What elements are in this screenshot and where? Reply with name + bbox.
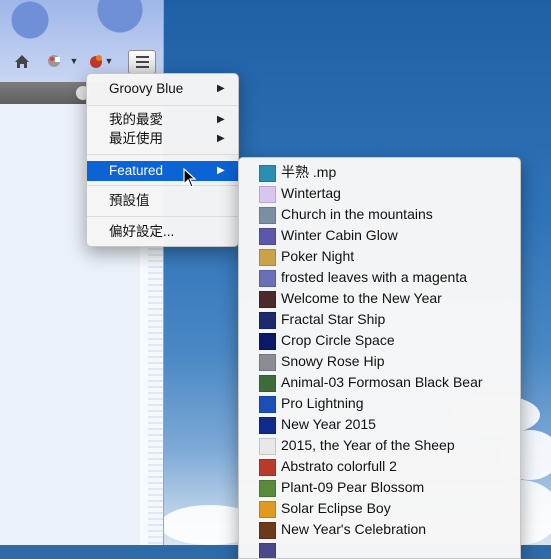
- submenu-item-label: Plant-09 Pear Blossom: [281, 479, 425, 495]
- menu-item-preferences[interactable]: 偏好設定...: [87, 222, 238, 242]
- submenu-item[interactable]: Poker Night: [239, 246, 520, 267]
- submenu-item[interactable]: Crop Circle Space: [239, 330, 520, 351]
- submenu-item-label: Animal-03 Formosan Black Bear: [281, 374, 483, 390]
- submenu-item-label: Poker Night: [281, 248, 355, 264]
- theme-thumbnail: [259, 480, 276, 497]
- submenu-item[interactable]: Wintertag: [239, 183, 520, 204]
- theme-thumbnail: [259, 249, 276, 266]
- menu-separator: [87, 185, 238, 186]
- menu-item-current-theme[interactable]: Groovy Blue ▶: [87, 79, 238, 99]
- theme-thumbnail: [259, 165, 276, 182]
- submenu-item[interactable]: frosted leaves with a magenta: [239, 267, 520, 288]
- theme-thumbnail: [259, 522, 276, 539]
- submenu-item-label: Abstrato colorfull 2: [281, 458, 397, 474]
- submenu-item-label: Fractal Star Ship: [281, 311, 386, 327]
- menu-item-featured[interactable]: Featured ▶: [87, 161, 238, 181]
- submenu-item[interactable]: Snowy Rose Hip: [239, 351, 520, 372]
- submenu-item-label: Crop Circle Space: [281, 332, 395, 348]
- chevron-right-icon: ▶: [217, 114, 225, 125]
- menu-separator: [87, 216, 238, 217]
- submenu-item-label: 2015, the Year of the Sheep: [281, 437, 455, 453]
- submenu-item[interactable]: New Year 2015: [239, 414, 520, 435]
- submenu-item-label: Welcome to the New Year: [281, 290, 442, 306]
- theme-thumbnail: [259, 291, 276, 308]
- chevron-down-icon[interactable]: ▼: [69, 50, 79, 72]
- submenu-item[interactable]: Animal-03 Formosan Black Bear: [239, 372, 520, 393]
- submenu-item[interactable]: Plant-09 Pear Blossom: [239, 477, 520, 498]
- submenu-item[interactable]: Abstrato colorfull 2: [239, 456, 520, 477]
- submenu-item[interactable]: Fractal Star Ship: [239, 309, 520, 330]
- toolbar: ▼ ▼: [0, 44, 163, 76]
- theme-thumbnail: [259, 396, 276, 413]
- menu-item-label: 最近使用: [109, 131, 163, 146]
- theme-icon[interactable]: [86, 50, 106, 72]
- submenu-item[interactable]: Solar Eclipse Boy: [239, 498, 520, 519]
- submenu-item-label: Pro Lightning: [281, 395, 364, 411]
- submenu-item[interactable]: Welcome to the New Year: [239, 288, 520, 309]
- menu-item-label: Groovy Blue: [109, 81, 184, 96]
- menu-item-default[interactable]: 預設值: [87, 191, 238, 211]
- theme-thumbnail: [259, 312, 276, 329]
- menu-item-label: 我的最愛: [109, 112, 163, 127]
- theme-thumbnail: [259, 459, 276, 476]
- submenu-item-label: Snowy Rose Hip: [281, 353, 385, 369]
- chevron-right-icon: ▶: [217, 165, 225, 176]
- mouse-cursor-icon: [183, 167, 199, 188]
- menu-item-label: 預設值: [109, 193, 150, 208]
- menu-item-label: 偏好設定...: [109, 224, 175, 239]
- submenu-item-label: Solar Eclipse Boy: [281, 500, 391, 516]
- menu-item-label: Featured: [109, 163, 164, 178]
- menu-separator: [87, 154, 238, 155]
- submenu-item-label: New Year's Celebration: [281, 521, 427, 537]
- theme-thumbnail: [259, 207, 276, 224]
- submenu-item-label: Wintertag: [281, 185, 341, 201]
- submenu-item[interactable]: [239, 540, 520, 558]
- menu-button[interactable]: [128, 50, 156, 74]
- submenu-item-label: Church in the mountains: [281, 206, 433, 222]
- submenu-item-label: frosted leaves with a magenta: [281, 269, 467, 285]
- home-icon[interactable]: [12, 50, 32, 72]
- submenu-item[interactable]: Church in the mountains: [239, 204, 520, 225]
- theme-thumbnail: [259, 186, 276, 203]
- submenu-item-label: Winter Cabin Glow: [281, 227, 398, 243]
- extension-icon[interactable]: [44, 50, 64, 72]
- submenu-item[interactable]: Pro Lightning: [239, 393, 520, 414]
- theme-thumbnail: [259, 417, 276, 434]
- chevron-down-icon[interactable]: ▼: [105, 50, 114, 72]
- theme-thumbnail: [259, 270, 276, 287]
- menu-item-recent[interactable]: 最近使用 ▶: [87, 129, 238, 149]
- menu-item-favorites[interactable]: 我的最愛 ▶: [87, 110, 238, 130]
- menu-separator: [87, 105, 238, 106]
- chevron-right-icon: ▶: [217, 83, 225, 94]
- submenu-item[interactable]: New Year's Celebration: [239, 519, 520, 540]
- theme-thumbnail: [259, 333, 276, 350]
- submenu-item[interactable]: 2015, the Year of the Sheep: [239, 435, 520, 456]
- theme-thumbnail: [259, 438, 276, 455]
- submenu-item-label: New Year 2015: [281, 416, 376, 432]
- theme-thumbnail: [259, 354, 276, 371]
- submenu-item-label: 半熟 .mp: [281, 164, 337, 180]
- theme-thumbnail: [259, 543, 276, 558]
- chevron-right-icon: ▶: [217, 133, 225, 144]
- theme-menu: Groovy Blue ▶ 我的最愛 ▶ 最近使用 ▶ Featured ▶ 預…: [86, 73, 239, 247]
- submenu-item[interactable]: Winter Cabin Glow: [239, 225, 520, 246]
- submenu-item[interactable]: 半熟 .mp: [239, 162, 520, 183]
- featured-submenu: 半熟 .mp Wintertag Church in the mountains…: [238, 157, 521, 559]
- theme-thumbnail: [259, 375, 276, 392]
- theme-thumbnail: [259, 228, 276, 245]
- theme-thumbnail: [259, 501, 276, 518]
